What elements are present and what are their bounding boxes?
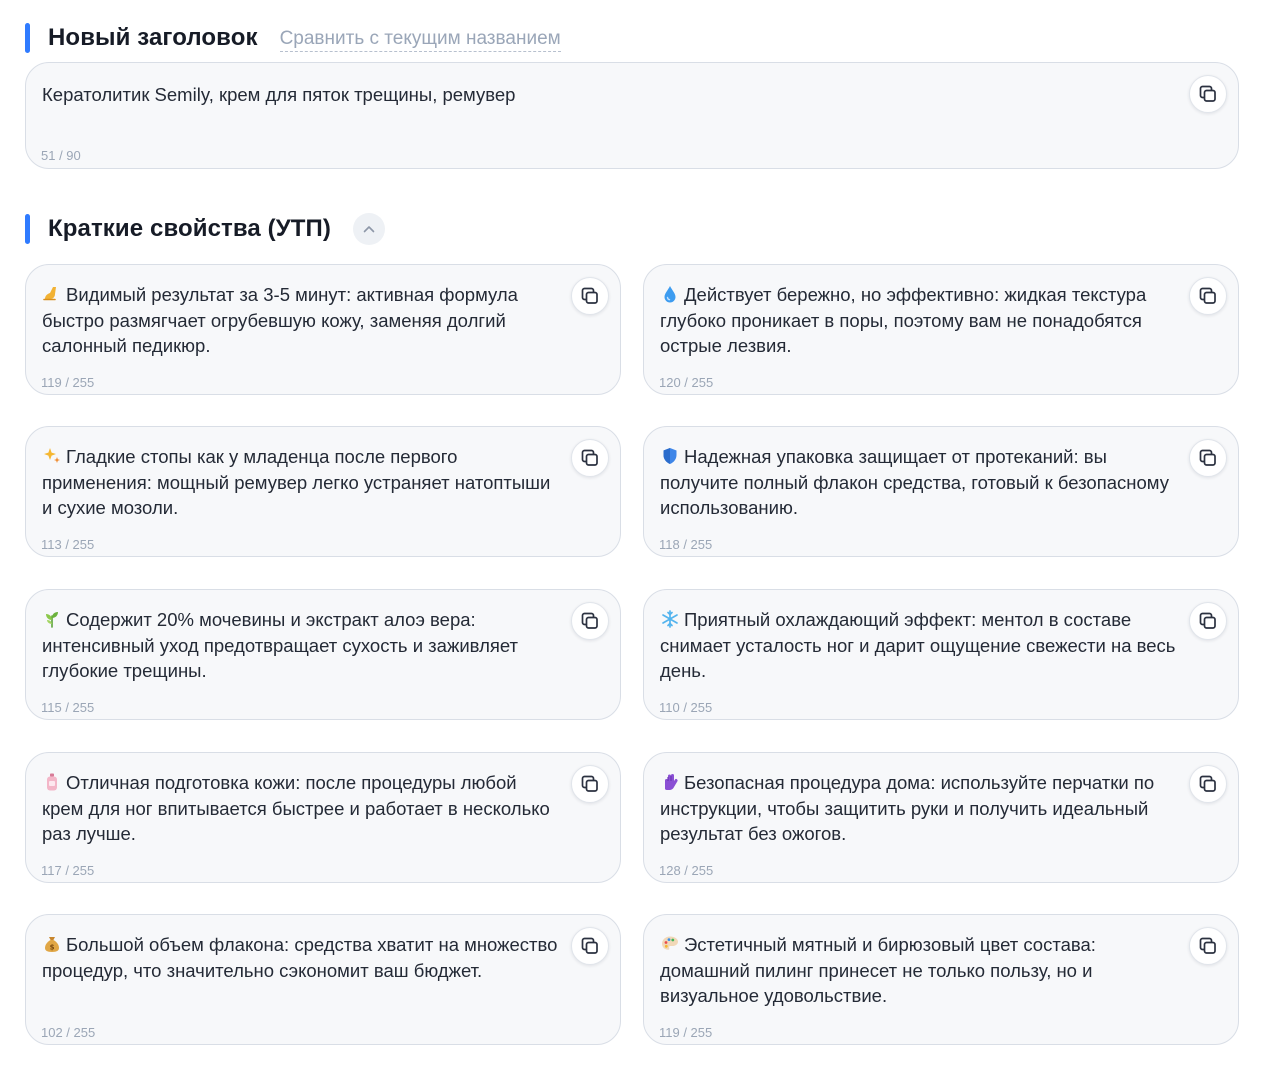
utp-card[interactable]: $ Большой объем флакона: средства хватит … xyxy=(25,914,621,1045)
copy-icon xyxy=(1199,449,1216,466)
utp-card[interactable]: Гладкие стопы как у младенца после перво… xyxy=(25,426,621,557)
utp-card-text[interactable]: Надежная упаковка защищает от протеканий… xyxy=(660,444,1180,521)
utp-card[interactable]: Надежная упаковка защищает от протеканий… xyxy=(643,426,1239,557)
utp-text: Отличная подготовка кожи: после процедур… xyxy=(42,772,550,844)
lotion-bottle-icon xyxy=(42,772,62,792)
utp-text: Содержит 20% мочевины и экстракт алоэ ве… xyxy=(42,609,519,681)
palette-icon xyxy=(660,934,680,954)
character-counter: 102 / 255 xyxy=(41,1025,96,1040)
copy-button[interactable] xyxy=(571,765,609,803)
accent-bar xyxy=(25,23,30,53)
snowflake-icon xyxy=(660,609,680,629)
shield-icon xyxy=(660,446,680,466)
utp-card-text[interactable]: Приятный охлаждающий эффект: ментол в со… xyxy=(660,607,1180,684)
utp-card-text[interactable]: Отличная подготовка кожи: после процедур… xyxy=(42,770,562,847)
gloves-icon xyxy=(660,772,680,792)
compare-with-current-title-link[interactable]: Сравнить с текущим названием xyxy=(279,28,561,52)
utp-text: Большой объем флакона: средства хватит н… xyxy=(42,934,558,981)
utp-card[interactable]: Действует бережно, но эффективно: жидкая… xyxy=(643,264,1239,395)
svg-text:$: $ xyxy=(50,944,55,952)
utp-card-text[interactable]: Видимый результат за 3-5 минут: активная… xyxy=(42,282,562,359)
character-counter: 115 / 255 xyxy=(41,700,95,715)
character-counter: 120 / 255 xyxy=(659,375,714,390)
copy-button[interactable] xyxy=(1189,75,1227,113)
copy-button[interactable] xyxy=(571,602,609,640)
section-title: Краткие свойства (УТП) xyxy=(48,215,331,242)
character-counter: 113 / 255 xyxy=(41,537,95,552)
utp-card-text[interactable]: $ Большой объем флакона: средства хватит … xyxy=(42,932,562,983)
copy-button[interactable] xyxy=(1189,602,1227,640)
character-counter: 117 / 255 xyxy=(41,863,95,878)
utp-card-text[interactable]: Действует бережно, но эффективно: жидкая… xyxy=(660,282,1180,359)
character-counter: 51 / 90 xyxy=(41,148,81,163)
utp-card[interactable]: Приятный охлаждающий эффект: ментол в со… xyxy=(643,589,1239,720)
utp-card-text[interactable]: Гладкие стопы как у младенца после перво… xyxy=(42,444,562,521)
utp-text: Видимый результат за 3-5 минут: активная… xyxy=(42,284,518,356)
section-title: Новый заголовок xyxy=(48,24,258,51)
copy-button[interactable] xyxy=(1189,277,1227,315)
character-counter: 128 / 255 xyxy=(659,863,714,878)
foot-icon xyxy=(42,284,62,304)
utp-text: Действует бережно, но эффективно: жидкая… xyxy=(660,284,1147,356)
copy-icon xyxy=(581,775,598,792)
utp-card[interactable]: Безопасная процедура дома: используйте п… xyxy=(643,752,1239,883)
accent-bar xyxy=(25,214,30,244)
title-section-header: Новый заголовок Сравнить с текущим назва… xyxy=(25,23,561,53)
copy-button[interactable] xyxy=(571,277,609,315)
copy-icon xyxy=(1199,775,1216,792)
utp-card-text[interactable]: Содержит 20% мочевины и экстракт алоэ ве… xyxy=(42,607,562,684)
character-counter: 119 / 255 xyxy=(659,1025,713,1040)
utp-card[interactable]: Содержит 20% мочевины и экстракт алоэ ве… xyxy=(25,589,621,720)
copy-icon xyxy=(1199,937,1216,954)
copy-icon xyxy=(581,287,598,304)
utp-card-text[interactable]: Безопасная процедура дома: используйте п… xyxy=(660,770,1180,847)
utp-card[interactable]: Эстетичный мятный и бирюзовый цвет соста… xyxy=(643,914,1239,1045)
character-counter: 118 / 255 xyxy=(659,537,713,552)
sparkles-icon xyxy=(42,446,62,466)
copy-icon xyxy=(1199,287,1216,304)
chevron-up-icon xyxy=(363,226,375,233)
utp-text: Приятный охлаждающий эффект: ментол в со… xyxy=(660,609,1176,681)
copy-button[interactable] xyxy=(1189,927,1227,965)
copy-button[interactable] xyxy=(1189,439,1227,477)
copy-button[interactable] xyxy=(571,927,609,965)
title-field-value[interactable]: Кератолитик Semily, крем для пяток трещи… xyxy=(42,82,515,108)
character-counter: 119 / 255 xyxy=(41,375,95,390)
copy-icon xyxy=(1199,612,1216,629)
herb-icon xyxy=(42,609,62,629)
money-bag-icon: $ xyxy=(42,934,62,954)
collapse-section-button[interactable] xyxy=(352,213,385,245)
title-field[interactable]: Кератолитик Semily, крем для пяток трещи… xyxy=(25,62,1239,169)
character-counter: 110 / 255 xyxy=(659,700,713,715)
copy-icon xyxy=(581,612,598,629)
utp-section-header: Краткие свойства (УТП) xyxy=(25,213,385,245)
utp-card[interactable]: Отличная подготовка кожи: после процедур… xyxy=(25,752,621,883)
copy-icon xyxy=(1199,85,1216,102)
utp-text: Надежная упаковка защищает от протеканий… xyxy=(660,446,1169,518)
copy-button[interactable] xyxy=(571,439,609,477)
utp-card[interactable]: Видимый результат за 3-5 минут: активная… xyxy=(25,264,621,395)
copy-icon xyxy=(581,937,598,954)
utp-card-text[interactable]: Эстетичный мятный и бирюзовый цвет соста… xyxy=(660,932,1180,1009)
copy-button[interactable] xyxy=(1189,765,1227,803)
copy-icon xyxy=(581,449,598,466)
utp-text: Эстетичный мятный и бирюзовый цвет соста… xyxy=(660,934,1096,1006)
utp-text: Гладкие стопы как у младенца после перво… xyxy=(42,446,551,518)
utp-text: Безопасная процедура дома: используйте п… xyxy=(660,772,1155,844)
droplet-icon xyxy=(660,284,680,304)
